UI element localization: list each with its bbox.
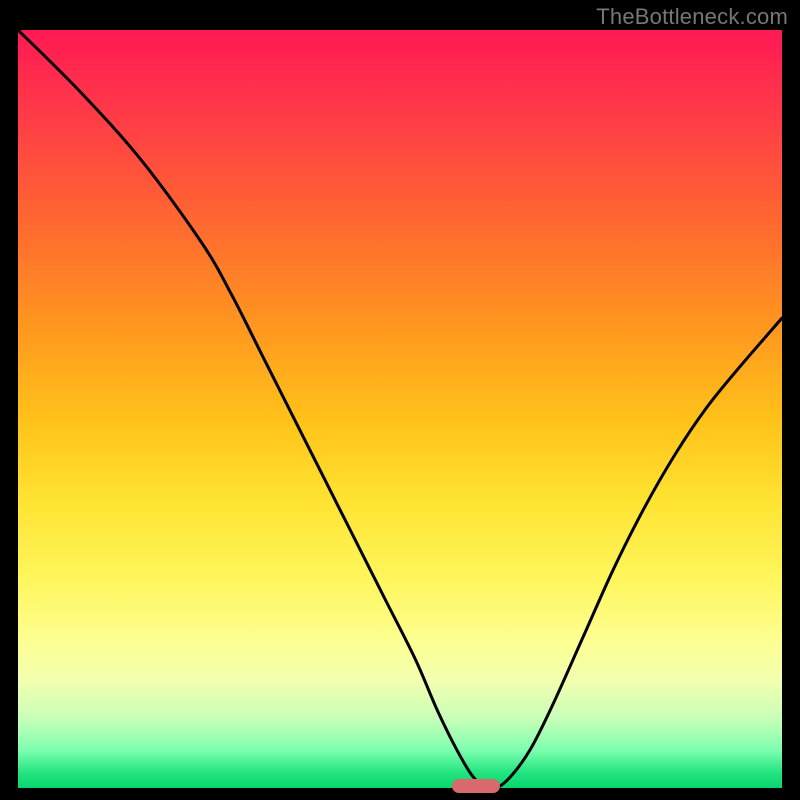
chart-container: TheBottleneck.com (0, 0, 800, 800)
bottleneck-curve (18, 30, 782, 788)
watermark-text: TheBottleneck.com (596, 4, 788, 30)
optimal-marker (452, 779, 500, 793)
